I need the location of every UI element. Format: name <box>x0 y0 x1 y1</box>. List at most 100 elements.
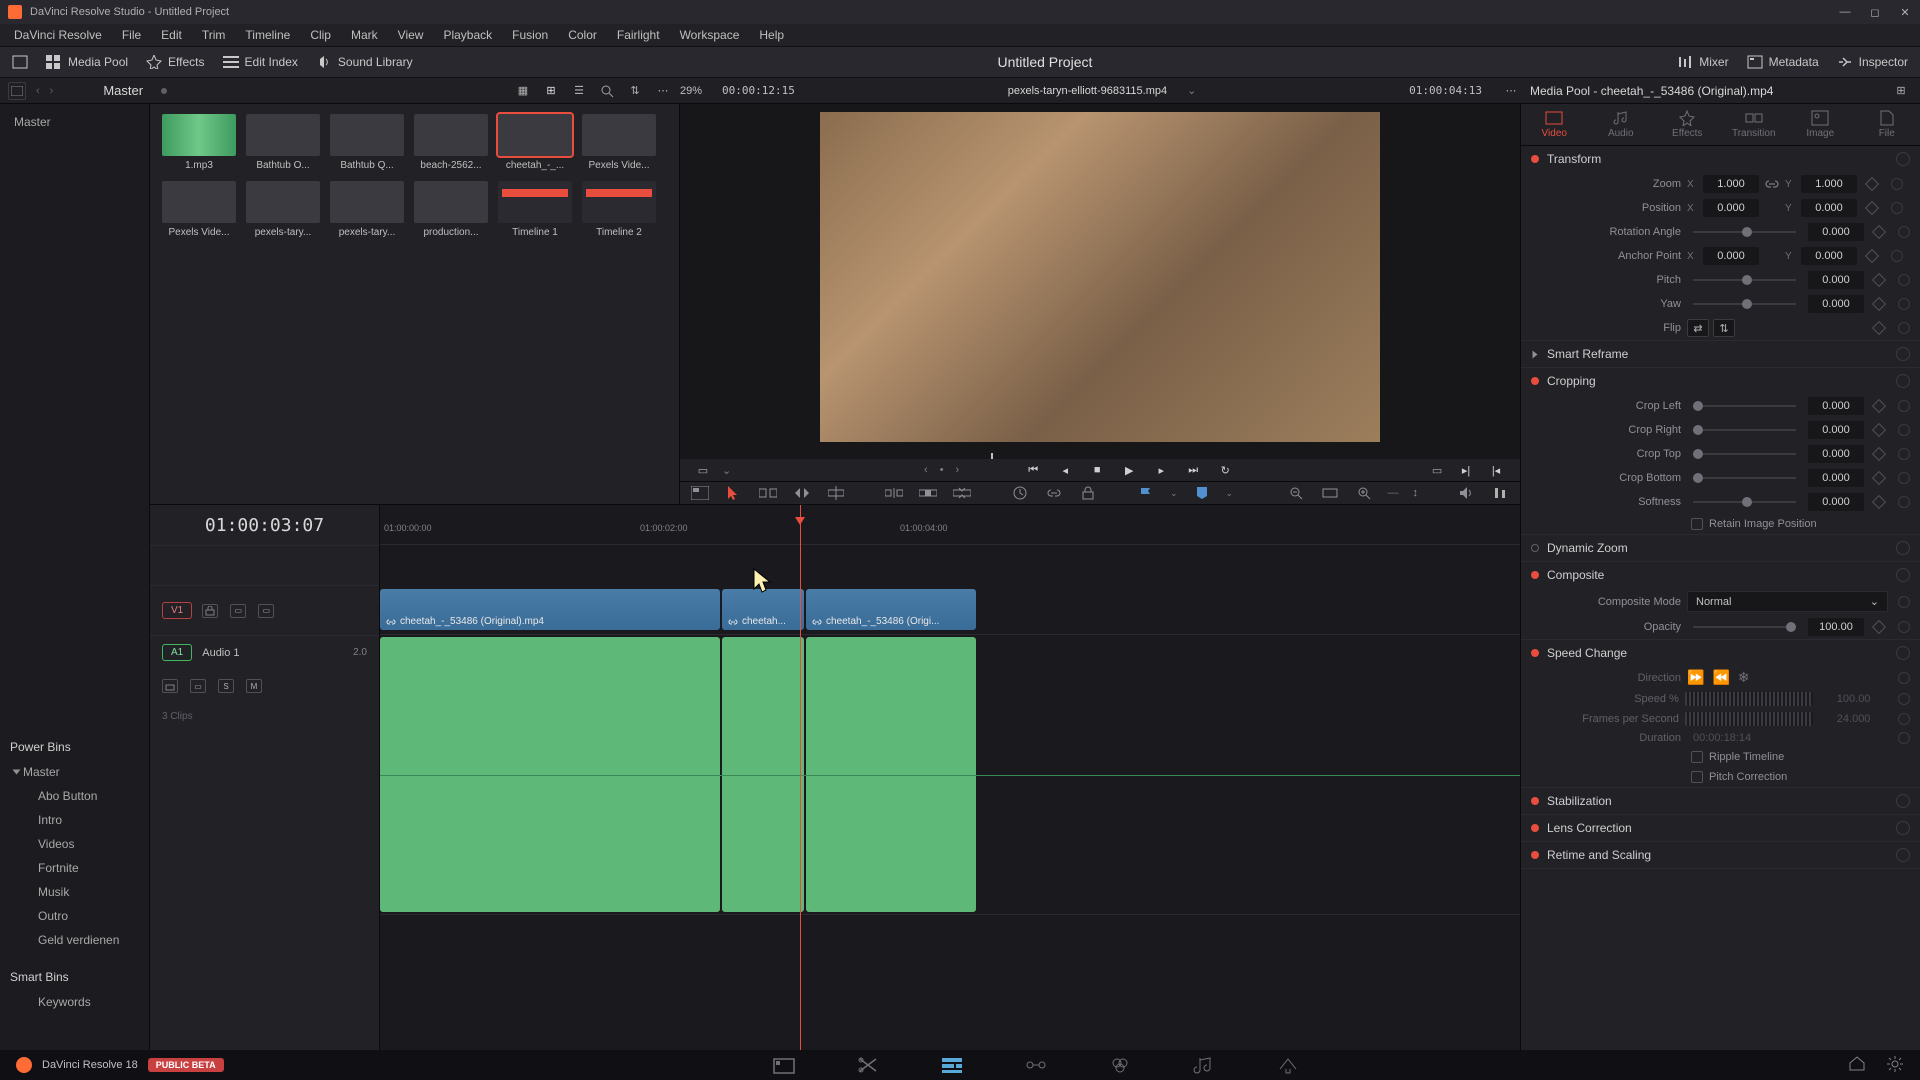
home-button[interactable] <box>1848 1055 1866 1076</box>
match-frame-rev-icon[interactable]: |◂ <box>1486 460 1506 480</box>
viewer-more-icon[interactable]: ⋯ <box>1502 82 1520 100</box>
prev-edit-icon[interactable]: ‹ <box>924 464 928 476</box>
fullscreen-button[interactable] <box>12 55 28 69</box>
v1-auto-select-icon[interactable]: ▭ <box>230 604 246 618</box>
lenscorrection-header[interactable]: Lens Correction <box>1521 815 1920 841</box>
v1-tag[interactable]: V1 <box>162 602 192 619</box>
reset-icon[interactable] <box>1898 496 1910 508</box>
pitchcorr-checkbox[interactable] <box>1691 771 1703 783</box>
dir-freeze-button[interactable]: ❄ <box>1738 669 1750 686</box>
thumbnail-image[interactable] <box>246 181 320 223</box>
section-disable-icon[interactable] <box>1531 544 1539 552</box>
thumbnail-image[interactable] <box>414 181 488 223</box>
menu-color[interactable]: Color <box>558 28 607 42</box>
fps-slider[interactable] <box>1685 712 1813 726</box>
media-thumbnail[interactable]: beach-2562... <box>414 114 488 171</box>
pos-x-field[interactable] <box>1703 199 1759 217</box>
keyframe-icon[interactable] <box>1872 620 1886 634</box>
opacity-slider[interactable] <box>1693 626 1796 628</box>
reset-icon[interactable] <box>1896 848 1910 862</box>
gridview-icon[interactable]: ⊞ <box>542 82 560 100</box>
sort-icon[interactable]: ⇅ <box>626 82 644 100</box>
project-settings-button[interactable] <box>1886 1055 1904 1076</box>
retime-header[interactable]: Retime and Scaling <box>1521 842 1920 868</box>
reset-icon[interactable] <box>1898 472 1910 484</box>
a1-tag[interactable]: A1 <box>162 644 192 661</box>
keyframe-icon[interactable] <box>1872 471 1886 485</box>
a1-auto-select-icon[interactable]: ▭ <box>190 679 206 693</box>
keyframe-icon[interactable] <box>1872 495 1886 509</box>
thumbnail-image[interactable] <box>582 114 656 156</box>
minimize-button[interactable]: — <box>1838 5 1852 19</box>
reset-icon[interactable] <box>1898 298 1910 310</box>
a1-track-header[interactable]: A1 Audio 1 2.0 ▭ S M 3 Clips <box>150 635 379 915</box>
reset-icon[interactable] <box>1896 347 1910 361</box>
transform-header[interactable]: Transform <box>1521 146 1920 172</box>
reset-icon[interactable] <box>1896 821 1910 835</box>
keyframe-icon[interactable] <box>1872 423 1886 437</box>
media-thumbnail[interactable]: pexels-tary... <box>246 181 320 238</box>
go-end-button[interactable]: ⏭ <box>1183 460 1203 480</box>
v1-track[interactable]: cheetah_-_53486 (Original).mp4 cheetah..… <box>380 585 1520 635</box>
bin-master[interactable]: Master <box>10 110 139 134</box>
menu-fusion[interactable]: Fusion <box>502 28 558 42</box>
powerbin-item[interactable]: Fortnite <box>18 856 139 880</box>
timeline-timecode[interactable]: 01:00:03:07 <box>150 505 379 545</box>
rotation-slider[interactable] <box>1693 231 1796 233</box>
cropbottom-slider[interactable] <box>1693 477 1796 479</box>
fusion-page-button[interactable] <box>1024 1055 1048 1075</box>
media-thumbnail[interactable]: pexels-tary... <box>330 181 404 238</box>
pos-y-field[interactable] <box>1801 199 1857 217</box>
section-enable-icon[interactable] <box>1531 797 1539 805</box>
cropping-header[interactable]: Cropping <box>1521 368 1920 394</box>
tab-audio[interactable]: Audio <box>1588 104 1655 145</box>
powerbin-item[interactable]: Intro <box>18 808 139 832</box>
deliver-page-button[interactable] <box>1276 1055 1300 1075</box>
play-button[interactable]: ▶ <box>1119 460 1139 480</box>
tab-transition[interactable]: Transition <box>1721 104 1788 145</box>
tab-file[interactable]: File <box>1854 104 1920 145</box>
a1-mute-icon[interactable]: M <box>246 679 262 693</box>
powerbins-header[interactable]: Power Bins <box>10 734 139 760</box>
color-page-button[interactable] <box>1108 1055 1132 1075</box>
media-page-button[interactable] <box>772 1055 796 1075</box>
video-clip[interactable]: cheetah_-_53486 (Origi... <box>806 589 976 630</box>
softness-field[interactable] <box>1808 493 1864 511</box>
marker-chevron-icon[interactable]: ⌄ <box>1226 488 1234 499</box>
v1-track-header[interactable]: V1 ▭ ▭ <box>150 585 379 635</box>
powerbin-master[interactable]: Master <box>10 760 139 784</box>
zoom-in-icon[interactable] <box>1354 484 1374 502</box>
section-enable-icon[interactable] <box>1531 571 1539 579</box>
breadcrumb-master[interactable]: Master <box>103 83 143 98</box>
pitch-slider[interactable] <box>1693 279 1796 281</box>
section-enable-icon[interactable] <box>1531 824 1539 832</box>
cropleft-field[interactable] <box>1808 397 1864 415</box>
audio-monitor-icon[interactable] <box>1456 484 1476 502</box>
video-clip[interactable]: cheetah_-_53486 (Original).mp4 <box>380 589 720 630</box>
yaw-field[interactable] <box>1808 295 1864 313</box>
croptop-field[interactable] <box>1808 445 1864 463</box>
insert-tool[interactable] <box>884 484 904 502</box>
media-thumbnail[interactable]: Bathtub O... <box>246 114 320 171</box>
reset-icon[interactable] <box>1896 646 1910 660</box>
cropbottom-field[interactable] <box>1808 469 1864 487</box>
next-edit-icon[interactable]: › <box>956 464 960 476</box>
media-thumbnail[interactable]: cheetah_-_... <box>498 114 572 171</box>
a1-track[interactable] <box>380 635 1520 915</box>
reset-icon[interactable] <box>1896 152 1910 166</box>
thumbnail-image[interactable] <box>330 181 404 223</box>
step-back-button[interactable]: ◂ <box>1055 460 1075 480</box>
powerbin-item[interactable]: Outro <box>18 904 139 928</box>
section-enable-icon[interactable] <box>1531 377 1539 385</box>
playhead[interactable] <box>800 505 801 1050</box>
dir-rev-button[interactable]: ⏪ <box>1712 669 1729 686</box>
link-tool[interactable] <box>1044 484 1064 502</box>
section-enable-icon[interactable] <box>1531 155 1539 163</box>
clipname-chevron-icon[interactable]: ⌄ <box>1187 84 1196 97</box>
reset-icon[interactable] <box>1898 693 1910 705</box>
keyframe-icon[interactable] <box>1872 225 1886 239</box>
keyframe-icon[interactable] <box>1872 273 1886 287</box>
edit-page-button[interactable] <box>940 1055 964 1075</box>
cropright-field[interactable] <box>1808 421 1864 439</box>
keyframe-icon[interactable] <box>1865 201 1879 215</box>
